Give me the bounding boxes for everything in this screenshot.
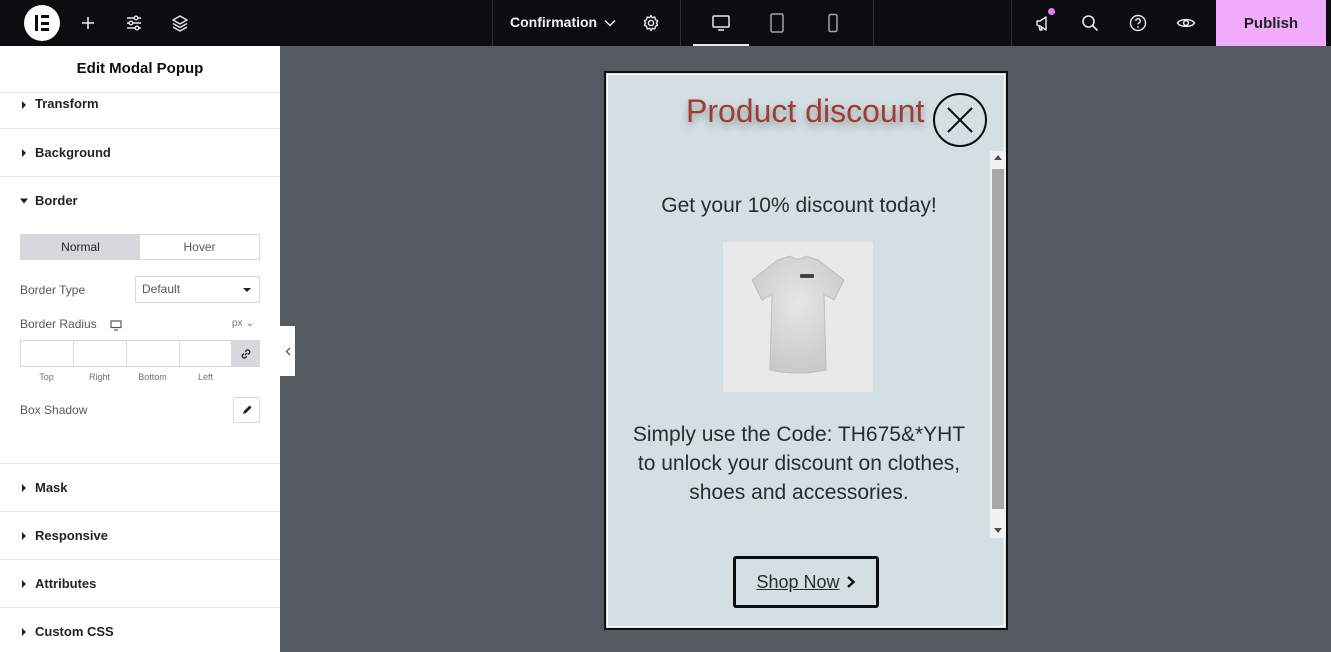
elementor-logo-icon[interactable]: [24, 5, 60, 41]
chevron-down-icon[interactable]: [600, 0, 620, 46]
section-label: Attributes: [35, 576, 97, 591]
site-settings-icon[interactable]: [122, 0, 146, 46]
preview-eye-icon[interactable]: [1174, 0, 1198, 46]
close-icon[interactable]: [933, 93, 987, 147]
divider: [1011, 0, 1012, 46]
scroll-up-icon[interactable]: [994, 155, 1002, 160]
border-radius-inputs: [20, 340, 260, 367]
radius-left-input[interactable]: [179, 340, 232, 367]
section-label: Background: [35, 145, 111, 160]
section-background[interactable]: Background: [0, 129, 280, 177]
body-line: Simply use the Code: TH675&*YHT: [632, 423, 966, 446]
layers-icon[interactable]: [168, 0, 192, 46]
section-label: Responsive: [35, 528, 108, 543]
caret-right-icon: [22, 100, 26, 109]
link-values-icon[interactable]: [232, 340, 260, 367]
notifications-megaphone-icon[interactable]: [1030, 0, 1056, 46]
radius-top-input[interactable]: [20, 340, 73, 367]
border-type-label: Border Type: [20, 283, 86, 297]
section-attributes[interactable]: Attributes: [0, 560, 280, 608]
button-label: Shop Now: [756, 571, 840, 592]
select-value: Default: [142, 282, 181, 296]
notification-dot: [1048, 8, 1055, 15]
dim-label-right: Right: [88, 372, 110, 382]
caret-right-icon: [22, 579, 26, 588]
section-transform[interactable]: Transform: [0, 81, 280, 129]
modal-popup[interactable]: Product discount Get your 10% discount t…: [604, 71, 1008, 630]
scrollbar-thumb[interactable]: [992, 169, 1004, 509]
divider: [873, 0, 874, 46]
body-line: to unlock your discount on clothes,: [637, 452, 961, 475]
popup-title: Product discount: [686, 93, 925, 129]
dim-label-bottom: Bottom: [138, 372, 167, 382]
tab-hover[interactable]: Hover: [140, 235, 259, 259]
chevron-down-icon: [243, 288, 251, 292]
tab-normal[interactable]: Normal: [21, 235, 140, 259]
state-tabs: Normal Hover: [20, 234, 260, 260]
radius-bottom-input[interactable]: [126, 340, 179, 367]
page-settings-gear-icon[interactable]: [640, 0, 662, 46]
chevron-right-icon: [846, 576, 855, 588]
caret-right-icon: [22, 627, 26, 636]
add-element-icon[interactable]: [76, 0, 100, 46]
section-responsive[interactable]: Responsive: [0, 512, 280, 560]
chevron-left-icon: [285, 347, 290, 355]
border-radius-label: Border Radius: [20, 317, 97, 331]
unit-value: px: [232, 318, 243, 329]
section-label: Transform: [35, 96, 99, 111]
section-label: Border: [35, 193, 78, 208]
dim-label-top: Top: [39, 372, 54, 382]
caret-right-icon: [22, 148, 26, 157]
help-icon[interactable]: [1126, 0, 1150, 46]
publish-button[interactable]: Publish: [1216, 0, 1326, 46]
section-custom-css[interactable]: Custom CSS: [0, 608, 280, 652]
box-shadow-edit-button[interactable]: [233, 397, 260, 423]
collapse-panel-button[interactable]: [280, 326, 295, 376]
border-type-select[interactable]: Default: [135, 276, 260, 303]
tablet-view-icon[interactable]: [749, 0, 805, 46]
divider: [492, 0, 493, 46]
tshirt-product-image: [723, 242, 873, 392]
caret-down-icon: [20, 198, 28, 204]
editor-panel: Edit Modal Popup Transform Background Bo…: [0, 46, 280, 652]
pencil-icon: [242, 405, 251, 414]
caret-right-icon: [22, 483, 26, 492]
radius-right-input[interactable]: [73, 340, 126, 367]
section-border-header[interactable]: Border: [0, 177, 280, 225]
popup-scrollbar[interactable]: [990, 151, 1006, 538]
shop-now-button[interactable]: Shop Now: [733, 556, 879, 608]
section-label: Custom CSS: [35, 624, 114, 639]
divider: [680, 0, 681, 46]
popup-body-text: Simply use the Code: TH675&*YHT to unloc…: [626, 420, 972, 507]
chevron-down-icon: ⌄: [245, 318, 254, 329]
box-shadow-label: Box Shadow: [20, 403, 88, 417]
top-bar: Confirmation Publish: [0, 0, 1331, 46]
document-title[interactable]: Confirmation: [510, 0, 597, 46]
unit-select[interactable]: px ⌄: [232, 318, 254, 329]
mobile-view-icon[interactable]: [805, 0, 861, 46]
caret-right-icon: [22, 531, 26, 540]
section-mask[interactable]: Mask: [0, 464, 280, 512]
body-line: shoes and accessories.: [689, 481, 909, 504]
popup-headline: Get your 10% discount today!: [661, 194, 937, 217]
responsive-desktop-icon[interactable]: [110, 318, 122, 336]
scroll-down-icon[interactable]: [994, 528, 1002, 533]
section-label: Mask: [35, 480, 68, 495]
dim-label-left: Left: [197, 372, 213, 382]
desktop-view-icon[interactable]: [693, 0, 749, 46]
search-icon[interactable]: [1078, 0, 1102, 46]
